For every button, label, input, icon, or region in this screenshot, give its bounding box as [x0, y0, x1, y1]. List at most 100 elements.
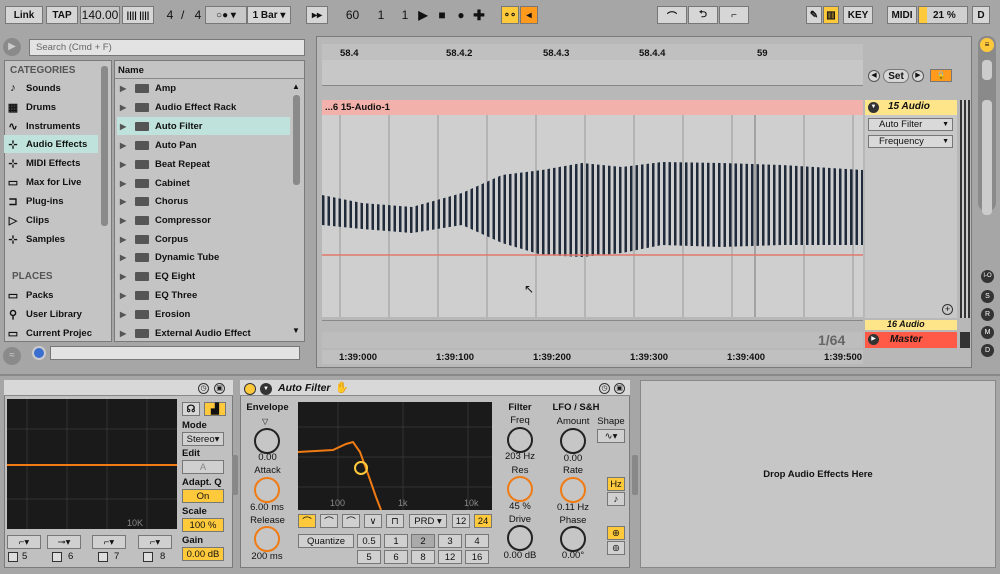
eq-band-toggle[interactable] — [52, 552, 62, 562]
place-current-project[interactable]: ▭ Current Projec — [6, 324, 92, 342]
file-list-scrollbar[interactable] — [293, 95, 300, 185]
lfo-hz-button[interactable]: Hz — [607, 477, 625, 491]
lfo-rate-knob[interactable] — [560, 477, 586, 503]
metronome-button[interactable]: ○● ▾ — [205, 6, 247, 24]
category-midi-effects[interactable]: ⊹ MIDI Effects — [6, 154, 80, 172]
parameter-chooser[interactable]: Frequency ▼ — [868, 135, 953, 148]
eq-save-icon[interactable]: ▣ — [214, 383, 225, 394]
quantize-step-button[interactable]: 16 — [465, 550, 489, 564]
lock-icon[interactable]: 🔒 — [930, 69, 952, 82]
file-item[interactable]: ▶ Beat Repeat — [117, 155, 290, 173]
device-divider-icon[interactable] — [632, 455, 638, 495]
browser-toggle-icon[interactable]: ▶ — [3, 38, 21, 56]
eq-edit-button[interactable]: A — [182, 460, 224, 474]
follow-button[interactable]: ▸▸ — [306, 6, 328, 24]
device-chooser[interactable]: Auto Filter ▼ — [868, 118, 953, 131]
master-fold-icon[interactable]: ▶ — [868, 334, 879, 345]
file-item[interactable]: ▶ Compressor — [117, 211, 290, 229]
returns-toggle-button[interactable]: R — [981, 308, 994, 321]
time-ruler[interactable] — [322, 350, 863, 364]
lfo-phase-knob[interactable] — [560, 526, 586, 552]
sidebar-scrollbar[interactable] — [101, 66, 108, 226]
record-icon[interactable]: ● — [452, 6, 470, 24]
clip-header[interactable]: ...6 15-Audio-1 — [322, 100, 863, 115]
preview-toggle-icon[interactable] — [32, 346, 46, 360]
file-item[interactable]: ▶ Chorus — [117, 192, 290, 210]
file-item[interactable]: ▶ Dynamic Tube — [117, 248, 290, 266]
eq-band-filter-icon[interactable]: ⌐▾ — [92, 535, 126, 549]
tempo-field[interactable]: 140.00 — [80, 6, 120, 24]
scroll-right-icon[interactable]: ▶ — [912, 70, 924, 82]
quantize-step-button[interactable]: 5 — [357, 550, 381, 564]
eq-display[interactable]: 10K — [7, 399, 177, 529]
morph-filter-icon[interactable]: ⊓ — [386, 514, 404, 528]
category-instruments[interactable]: ∿ Instruments — [6, 117, 80, 135]
release-knob[interactable] — [254, 526, 280, 552]
eq-band-toggle[interactable] — [98, 552, 108, 562]
scroll-up-icon[interactable]: ▲ — [292, 82, 300, 91]
draw-curve-icon[interactable]: ⌒ — [657, 6, 687, 24]
link-button[interactable]: Link — [5, 6, 43, 24]
lowpass-filter-icon[interactable]: ⌒ — [298, 514, 316, 528]
time-signature-numerator[interactable]: 4 — [160, 6, 180, 24]
bandpass-filter-icon[interactable]: ⌒ — [342, 514, 360, 528]
eq-analyzer-icon[interactable]: ▟ — [204, 402, 226, 416]
position-sixteenth[interactable]: 1 — [396, 6, 414, 24]
play-icon[interactable]: ▶ — [414, 6, 432, 24]
category-audio-effects[interactable]: ⊹ Audio Effects — [4, 135, 98, 153]
quantize-step-button[interactable]: 2 — [411, 534, 435, 548]
sends-toggle-button[interactable]: S — [981, 290, 994, 303]
file-item[interactable]: ▶ EQ Eight — [117, 267, 290, 285]
track-name[interactable]: 15 Audio — [888, 101, 930, 112]
eq-adaptq-toggle[interactable]: On — [182, 489, 224, 503]
track-header[interactable] — [865, 100, 957, 318]
category-drums[interactable]: ▦ Drums — [6, 98, 56, 116]
overview-toggle-icon[interactable]: ≡ — [980, 38, 994, 52]
category-plug-ins[interactable]: ⊐ Plug-ins — [6, 192, 63, 210]
back-to-arrangement-icon[interactable]: ◂ — [520, 6, 538, 24]
vertical-scrollbar[interactable] — [982, 100, 992, 215]
scroll-left-icon[interactable]: ◀ — [868, 70, 880, 82]
sidechain-toggle-icon[interactable] — [232, 455, 238, 495]
search-input[interactable]: Search (Cmd + F) — [29, 39, 305, 56]
midi-map-button[interactable]: MIDI — [887, 6, 917, 24]
place-user-library[interactable]: ⚲ User Library — [6, 305, 82, 323]
eq-band-filter-icon[interactable]: ⌐▾ — [138, 535, 172, 549]
attack-knob[interactable] — [254, 477, 280, 503]
computer-midi-keyboard-icon[interactable]: ▥ — [823, 6, 839, 24]
quantize-step-button[interactable]: 3 — [438, 534, 462, 548]
file-item[interactable]: ▶ Auto Pan — [117, 136, 290, 154]
place-packs[interactable]: ▭ Packs — [6, 286, 54, 304]
category-clips[interactable]: ▷ Clips — [6, 211, 49, 229]
quantize-step-button[interactable]: 0.5 — [357, 534, 381, 548]
highpass-filter-icon[interactable]: ⌒ — [320, 514, 338, 528]
auto-filter-save-icon[interactable]: ▣ — [614, 383, 625, 394]
lfo-shape-select[interactable]: ∿▾ — [597, 429, 625, 443]
tempo-nudge-icon[interactable]: |||| |||| — [122, 6, 154, 24]
loop-icon[interactable]: ⮌ — [688, 6, 718, 24]
notch-filter-icon[interactable]: ∨ — [364, 514, 382, 528]
eq-gain-field[interactable]: 0.00 dB — [182, 547, 224, 561]
stop-icon[interactable]: ■ — [433, 6, 451, 24]
mixer-toggle-button[interactable]: M — [981, 326, 994, 339]
io-toggle-button[interactable]: I-O — [981, 270, 994, 283]
circuit-select[interactable]: PRD ▾ — [409, 514, 447, 528]
audio-clip-body[interactable]: ↖ — [322, 115, 863, 317]
file-item[interactable]: ▶ EQ Three — [117, 286, 290, 304]
preview-hotswap-icon[interactable]: ≈ — [3, 347, 21, 365]
timeline-area[interactable] — [322, 332, 863, 348]
quantize-select[interactable]: 1 Bar ▾ — [247, 6, 291, 24]
next-track-header[interactable] — [322, 320, 863, 330]
freq-knob[interactable] — [507, 427, 533, 453]
key-map-button[interactable]: KEY — [843, 6, 873, 24]
add-automation-icon[interactable]: + — [942, 304, 953, 315]
category-max-for-live[interactable]: ▭ Max for Live — [6, 173, 82, 191]
quantize-toggle[interactable]: Quantize — [298, 534, 354, 548]
category-samples[interactable]: ⊹ Samples — [6, 230, 65, 248]
name-column-header[interactable]: Name — [118, 65, 144, 76]
file-item[interactable]: ▶ Audio Effect Rack — [117, 98, 290, 116]
category-sounds[interactable]: ♪ Sounds — [6, 79, 61, 97]
file-item[interactable]: ▶ External Audio Effect — [117, 324, 290, 342]
slope-24-button[interactable]: 24 — [474, 514, 492, 528]
drive-knob[interactable] — [507, 525, 533, 551]
